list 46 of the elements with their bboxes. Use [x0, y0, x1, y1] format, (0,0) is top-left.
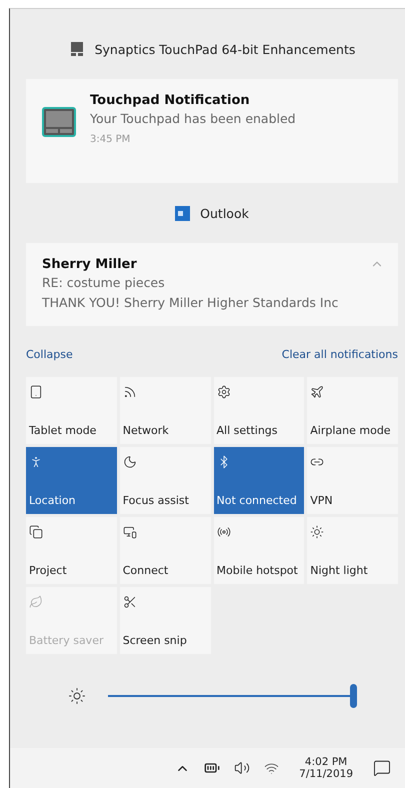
- mail-app-icon: [175, 206, 190, 220]
- scissors-icon: [122, 595, 137, 609]
- clock-date[interactable]: 7/11/2019: [299, 768, 353, 780]
- quick-action-tile[interactable]: Focus assist: [120, 447, 210, 514]
- notification-body: Your Touchpad has been enabled: [90, 110, 296, 128]
- person-icon: [29, 455, 43, 469]
- quick-action-tile[interactable]: Screen snip: [120, 587, 210, 654]
- quick-action-tile[interactable]: Mobile hotspot: [214, 517, 304, 584]
- clock-time[interactable]: 4:02 PM: [304, 756, 348, 768]
- quick-action-tile[interactable]: Project: [26, 517, 117, 584]
- touchpad-icon: [42, 107, 76, 137]
- sun-icon: [310, 525, 324, 539]
- notification-card[interactable]: Touchpad Notification Your Touchpad has been enabled 3:45 PM: [26, 79, 398, 183]
- clear-all-link[interactable]: Clear all notifications: [282, 348, 398, 361]
- slider-thumb[interactable]: [350, 684, 357, 708]
- notification-title: Sherry Miller: [42, 257, 138, 272]
- notification-body: RE: costume pieces: [42, 274, 166, 292]
- laptop-icon: [68, 41, 85, 57]
- signal-icon: [122, 385, 137, 399]
- quick-action-tile[interactable]: Network: [120, 377, 210, 444]
- collapse-link[interactable]: Collapse: [26, 348, 73, 361]
- leaf-icon: [29, 595, 43, 609]
- quick-action-tile[interactable]: VPN: [307, 447, 398, 514]
- brightness-icon: [68, 687, 86, 705]
- quick-action-tile[interactable]: Connect: [120, 517, 210, 584]
- notification-center-icon[interactable]: [373, 759, 391, 777]
- app-name: Outlook: [200, 206, 249, 220]
- moon-icon: [122, 455, 137, 469]
- antenna-icon: [216, 525, 230, 539]
- notification-time: 3:45 PM: [90, 134, 132, 145]
- quick-action-tile[interactable]: Airplane mode: [307, 377, 398, 444]
- app-name: Synaptics TouchPad 64-bit Enhancements: [94, 42, 356, 56]
- notification-card[interactable]: Sherry Miller RE: costume pieces THANK YOU! Sherry Miller Higher Standards Inc: [26, 243, 398, 326]
- quick-action-tile[interactable]: Night light: [307, 517, 398, 584]
- notification-preview: THANK YOU! Sherry Miller Higher Standards Inc: [42, 294, 340, 312]
- screens-icon: [29, 525, 43, 539]
- quick-action-tile[interactable]: Not connected: [214, 447, 304, 514]
- quick-action-tile[interactable]: All settings: [214, 377, 304, 444]
- quick-action-tile[interactable]: Tablet mode: [26, 377, 117, 444]
- quick-action-tile[interactable]: Location: [26, 447, 117, 514]
- devices-icon: [122, 525, 137, 539]
- volume-icon[interactable]: [234, 760, 250, 776]
- tablet-icon: [29, 385, 43, 399]
- settings-icon: [216, 385, 230, 399]
- notification-title: Touchpad Notification: [90, 93, 251, 108]
- airplane-icon: [310, 385, 324, 399]
